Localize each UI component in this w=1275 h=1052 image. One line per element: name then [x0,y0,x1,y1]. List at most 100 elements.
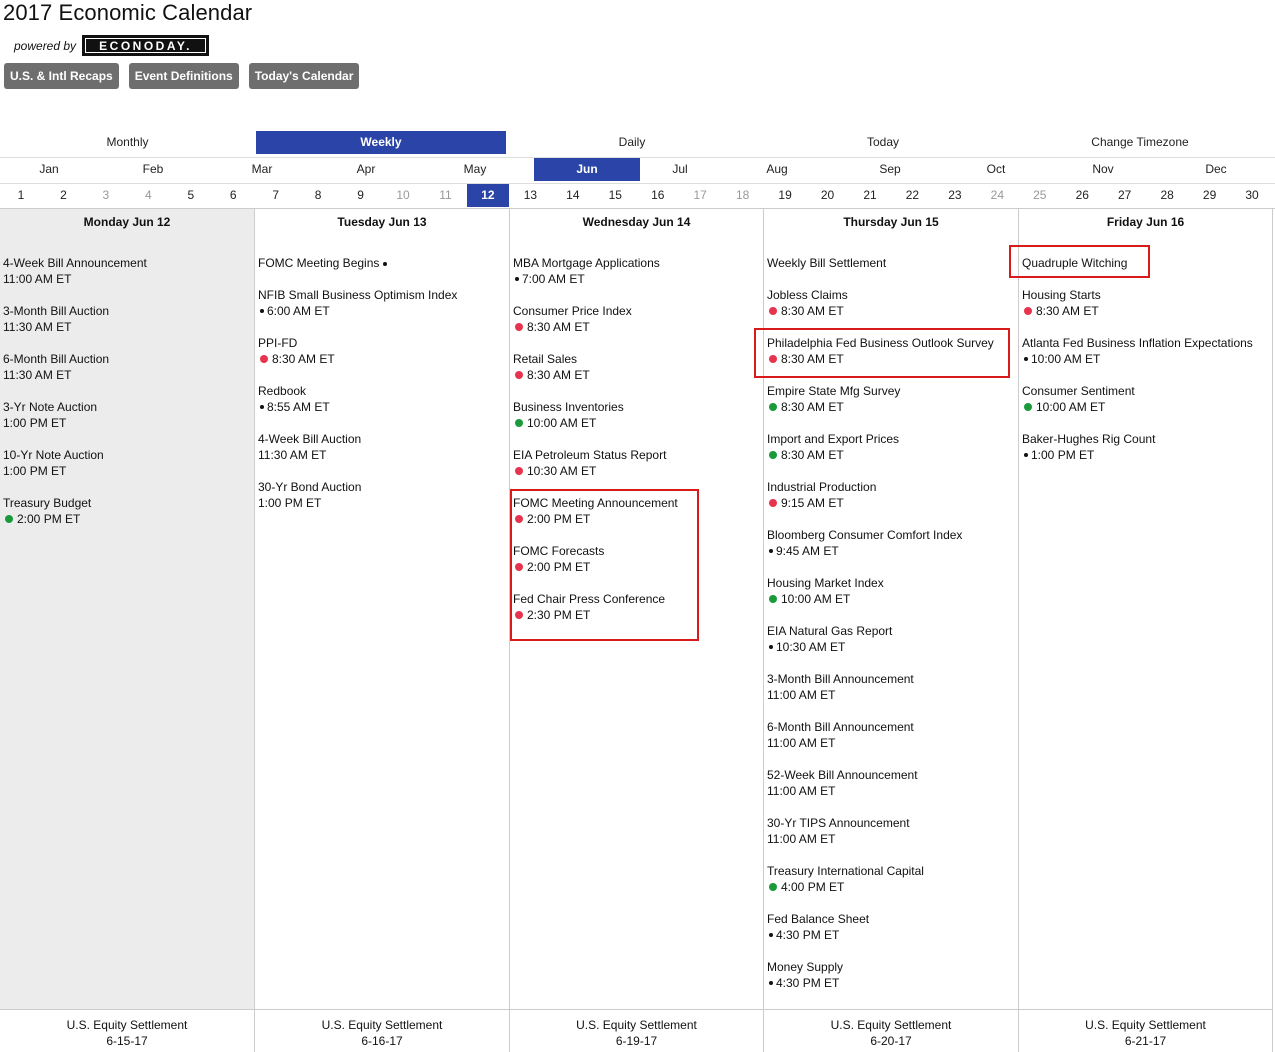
calendar-event[interactable]: 10-Yr Note Auction 1:00 PM ET [3,447,252,495]
event-name[interactable]: NFIB Small Business Optimism Index [258,287,507,303]
event-name[interactable]: Baker-Hughes Rig Count [1022,431,1270,447]
equity-settlement-footer[interactable]: U.S. Equity Settlement 6-20-17 [764,1009,1018,1052]
view-tab-weekly[interactable]: Weekly [256,131,506,154]
month-jul[interactable]: Jul [650,158,710,181]
event-name[interactable]: Money Supply [767,959,1016,975]
day-29[interactable]: 29 [1195,184,1225,207]
calendar-event[interactable]: Jobless Claims 8:30 AM ET [767,287,1016,335]
calendar-event[interactable]: 30-Yr TIPS Announcement 11:00 AM ET [767,815,1016,863]
event-name[interactable]: FOMC Forecasts [513,543,761,559]
calendar-event[interactable]: Retail Sales 8:30 AM ET [513,351,761,399]
calendar-event[interactable]: Consumer Sentiment 10:00 AM ET [1022,383,1270,431]
calendar-event[interactable]: 52-Week Bill Announcement 11:00 AM ET [767,767,1016,815]
month-may[interactable]: May [445,158,505,181]
day-14[interactable]: 14 [558,184,588,207]
event-name[interactable]: Weekly Bill Settlement [767,255,1016,271]
calendar-event[interactable]: EIA Natural Gas Report 10:30 AM ET [767,623,1016,671]
day-13[interactable]: 13 [515,184,545,207]
event-name[interactable]: Redbook [258,383,507,399]
calendar-event[interactable]: PPI-FD 8:30 AM ET [258,335,507,383]
event-name[interactable]: Consumer Sentiment [1022,383,1270,399]
calendar-event[interactable]: Atlanta Fed Business Inflation Expectati… [1022,335,1270,383]
calendar-event[interactable]: Money Supply 4:30 PM ET [767,959,1016,1007]
day-6[interactable]: 6 [218,184,248,207]
event-name[interactable]: Industrial Production [767,479,1016,495]
event-name[interactable]: PPI-FD [258,335,507,351]
view-tab-daily[interactable]: Daily [506,131,758,154]
event-name[interactable]: Business Inventories [513,399,761,415]
day-24[interactable]: 24 [982,184,1012,207]
event-name[interactable]: Treasury International Capital [767,863,1016,879]
calendar-event[interactable]: 30-Yr Bond Auction 1:00 PM ET [258,479,507,527]
event-name[interactable]: Housing Market Index [767,575,1016,591]
econoday-logo[interactable]: ECONODAY. [82,35,210,56]
day-column-header[interactable]: Wednesday Jun 14 [510,215,763,229]
view-tab-change-timezone[interactable]: Change Timezone [1008,131,1272,154]
month-feb[interactable]: Feb [123,158,183,181]
day-23[interactable]: 23 [940,184,970,207]
event-name[interactable]: 3-Month Bill Auction [3,303,252,319]
calendar-event[interactable]: FOMC Forecasts 2:00 PM ET [513,543,761,591]
day-16[interactable]: 16 [643,184,673,207]
calendar-event[interactable]: Import and Export Prices 8:30 AM ET [767,431,1016,479]
calendar-event[interactable]: Fed Balance Sheet 4:30 PM ET [767,911,1016,959]
calendar-event[interactable]: Baker-Hughes Rig Count 1:00 PM ET [1022,431,1270,479]
calendar-event[interactable]: Empire State Mfg Survey 8:30 AM ET [767,383,1016,431]
day-column-header[interactable]: Tuesday Jun 13 [255,215,509,229]
calendar-event[interactable]: Treasury International Capital 4:00 PM ET [767,863,1016,911]
calendar-event[interactable]: Housing Market Index 10:00 AM ET [767,575,1016,623]
calendar-event[interactable]: Bloomberg Consumer Comfort Index 9:45 AM … [767,527,1016,575]
day-column-header[interactable]: Friday Jun 16 [1019,215,1272,229]
calendar-event[interactable]: NFIB Small Business Optimism Index 6:00 A… [258,287,507,335]
event-name[interactable]: FOMC Meeting Begins [258,256,379,270]
event-name[interactable]: 4-Week Bill Auction [258,431,507,447]
calendar-event[interactable]: Redbook 8:55 AM ET [258,383,507,431]
event-name[interactable]: EIA Petroleum Status Report [513,447,761,463]
calendar-event[interactable]: FOMC Meeting Announcement 2:00 PM ET [513,495,761,543]
calendar-event[interactable]: MBA Mortgage Applications 7:00 AM ET [513,255,761,303]
event-name[interactable]: EIA Natural Gas Report [767,623,1016,639]
day-30[interactable]: 30 [1237,184,1267,207]
event-name[interactable]: 3-Month Bill Announcement [767,671,1016,687]
day-10[interactable]: 10 [388,184,418,207]
todays-calendar-button[interactable]: Today's Calendar [248,63,360,89]
calendar-event[interactable]: Weekly Bill Settlement [767,255,1016,287]
day-column-header[interactable]: Thursday Jun 15 [764,215,1018,229]
day-21[interactable]: 21 [855,184,885,207]
equity-settlement-footer[interactable]: U.S. Equity Settlement 6-15-17 [0,1009,254,1052]
equity-settlement-footer[interactable]: U.S. Equity Settlement 6-21-17 [1019,1009,1272,1052]
month-nov[interactable]: Nov [1073,158,1133,181]
calendar-event[interactable]: Business Inventories 10:00 AM ET [513,399,761,447]
month-dec[interactable]: Dec [1186,158,1246,181]
month-sep[interactable]: Sep [860,158,920,181]
calendar-event[interactable]: 4-Week Bill Announcement 11:00 AM ET [3,255,252,303]
day-8[interactable]: 8 [303,184,333,207]
day-3[interactable]: 3 [91,184,121,207]
event-definitions-button[interactable]: Event Definitions [128,63,239,89]
day-15[interactable]: 15 [600,184,630,207]
event-name[interactable]: Bloomberg Consumer Comfort Index [767,527,1016,543]
event-name[interactable]: Treasury Budget [3,495,252,511]
event-name[interactable]: Fed Chair Press Conference [513,591,761,607]
month-oct[interactable]: Oct [966,158,1026,181]
equity-settlement-footer[interactable]: U.S. Equity Settlement 6-16-17 [255,1009,509,1052]
month-aug[interactable]: Aug [747,158,807,181]
calendar-event[interactable]: Philadelphia Fed Business Outlook Survey… [767,335,1016,383]
day-28[interactable]: 28 [1152,184,1182,207]
month-jan[interactable]: Jan [19,158,79,181]
day-12[interactable]: 12 [466,184,509,207]
day-9[interactable]: 9 [346,184,376,207]
day-2[interactable]: 2 [48,184,78,207]
day-20[interactable]: 20 [813,184,843,207]
event-name[interactable]: 6-Month Bill Auction [3,351,252,367]
event-name[interactable]: Quadruple Witching [1022,255,1270,271]
calendar-event[interactable]: 3-Month Bill Announcement 11:00 AM ET [767,671,1016,719]
calendar-event[interactable]: 6-Month Bill Announcement 11:00 AM ET [767,719,1016,767]
calendar-event[interactable]: EIA Petroleum Status Report 10:30 AM ET [513,447,761,495]
event-name[interactable]: Fed Balance Sheet [767,911,1016,927]
day-18[interactable]: 18 [728,184,758,207]
day-7[interactable]: 7 [261,184,291,207]
day-4[interactable]: 4 [133,184,163,207]
equity-settlement-footer[interactable]: U.S. Equity Settlement 6-19-17 [510,1009,763,1052]
day-26[interactable]: 26 [1067,184,1097,207]
